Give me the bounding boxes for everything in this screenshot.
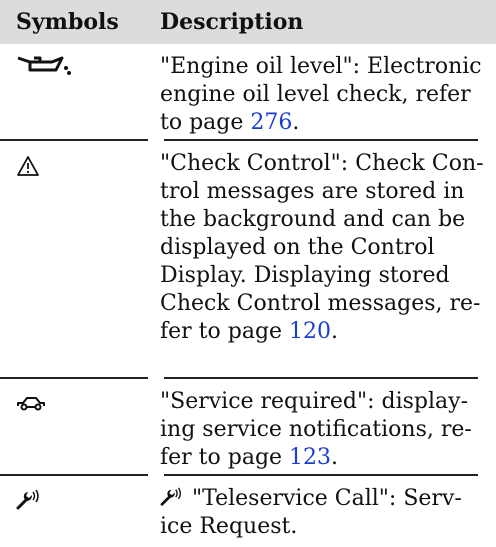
description-cell: "Teleservice Call": Serv­ice Request. — [148, 476, 496, 546]
symbol-cell — [0, 476, 148, 546]
header-description: Description — [160, 9, 304, 35]
description-cell: "Service required": display­ing service … — [148, 379, 496, 476]
description-cell: "Check Control": Check Con­trol messages… — [148, 141, 496, 379]
table-row: "Service required": display­ing service … — [0, 379, 496, 476]
page-link[interactable]: 123 — [289, 445, 331, 470]
table-header: Symbols Description — [0, 0, 496, 44]
oil-can-icon — [17, 56, 71, 75]
description-text: "Engine oil level": Electronic engine oi… — [160, 54, 482, 135]
page-link[interactable]: 120 — [289, 319, 331, 344]
header-symbols: Symbols — [16, 9, 119, 35]
description-suffix: . — [331, 319, 339, 344]
page-link[interactable]: 276 — [250, 110, 292, 135]
description-text: "Check Control": Check Con­trol messages… — [160, 151, 484, 344]
car-service-icon — [17, 397, 45, 411]
table-row: "Engine oil level": Electronic engine oi… — [0, 44, 496, 141]
description-suffix: . — [292, 110, 300, 135]
warning-triangle-icon — [17, 156, 39, 176]
description-suffix: . — [331, 445, 339, 470]
symbol-cell — [0, 379, 148, 476]
description-text: "Teleservice Call": Serv­ice Request. — [160, 486, 462, 539]
description-cell: "Engine oil level": Electronic engine oi… — [148, 44, 496, 141]
symbol-cell — [0, 44, 148, 141]
wrench-signal-icon — [160, 487, 182, 506]
symbols-table: Symbols Description "Engine oil level": … — [0, 0, 496, 546]
symbol-cell — [0, 141, 148, 379]
table-row: "Teleservice Call": Serv­ice Request. — [0, 476, 496, 546]
wrench-signal-icon — [16, 489, 39, 510]
table-row: "Check Control": Check Con­trol messages… — [0, 141, 496, 379]
